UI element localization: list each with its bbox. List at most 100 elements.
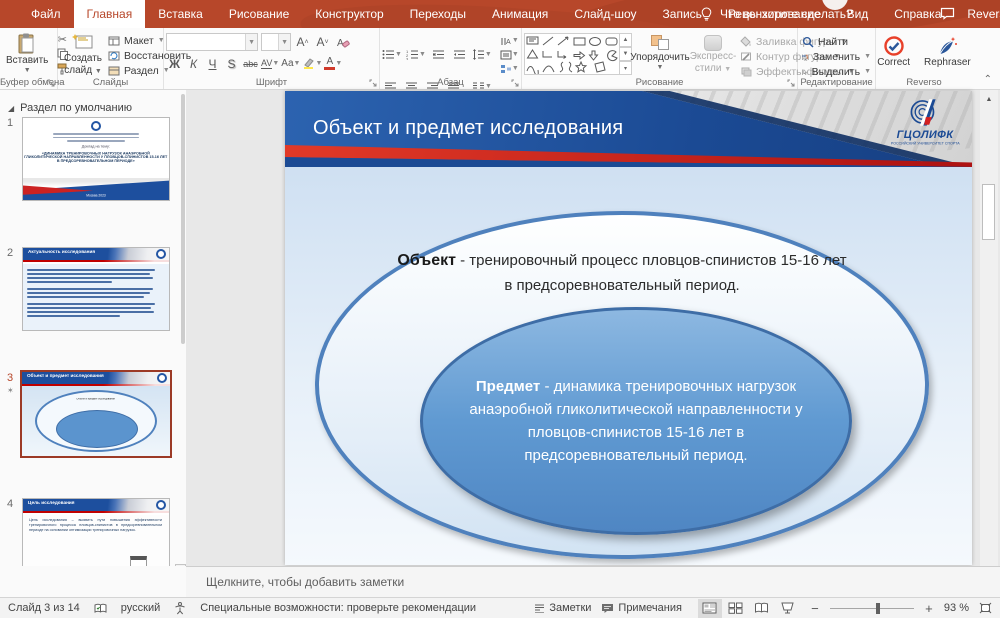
slide-body: Объект - тренировочный процесс пловцов-с… bbox=[285, 167, 972, 565]
tab-insert[interactable]: Вставка bbox=[145, 0, 216, 28]
tab-file[interactable]: Файл bbox=[18, 0, 74, 28]
paragraph-dialog-launcher[interactable] bbox=[511, 79, 519, 87]
editor-vertical-scrollbar[interactable]: ▲ bbox=[980, 90, 998, 566]
thumb4-logo bbox=[156, 500, 166, 510]
shapes-gallery-grid[interactable] bbox=[524, 33, 620, 75]
find-button[interactable]: Найти bbox=[800, 34, 873, 49]
notes-toggle-button[interactable]: Заметки bbox=[534, 602, 591, 614]
character-spacing-button[interactable]: AV▼ bbox=[261, 55, 279, 72]
align-text-button[interactable]: ▼ bbox=[500, 48, 519, 61]
slide-title-text[interactable]: Объект и предмет исследования bbox=[313, 117, 623, 140]
pane-scrollbar-thumb[interactable] bbox=[181, 94, 185, 344]
tab-slideshow[interactable]: Слайд-шоу bbox=[561, 0, 649, 28]
comments-toggle-button[interactable]: Примечания bbox=[601, 602, 682, 614]
quick-styles-button[interactable]: Экспресс- стили ▼ bbox=[688, 33, 738, 76]
paragraph-right-stack: A▼ ▼ ▼ bbox=[500, 34, 519, 75]
subject-ellipse[interactable]: Предмет - динамика тренировочных нагрузо… bbox=[420, 307, 852, 535]
tell-me-search[interactable]: Что вы хотите сделать? bbox=[700, 0, 853, 28]
tab-transitions[interactable]: Переходы bbox=[397, 0, 479, 28]
text-direction-button[interactable]: A▼ bbox=[500, 34, 519, 47]
tab-animations[interactable]: Анимация bbox=[479, 0, 561, 28]
thumb1-city: Москва 2023 bbox=[56, 194, 136, 197]
reverso-rephraser-button[interactable]: Rephraser bbox=[920, 33, 975, 71]
scrollbar-thumb[interactable] bbox=[982, 184, 995, 240]
font-size-combo[interactable]: ▼ bbox=[261, 33, 291, 51]
zoom-slider-knob[interactable] bbox=[876, 603, 880, 614]
tab-reverso[interactable]: Reverso bbox=[954, 0, 1000, 28]
zoom-slider-track bbox=[830, 608, 914, 609]
line-spacing-button[interactable]: ▼ bbox=[472, 46, 492, 63]
zoom-out-button[interactable]: − bbox=[810, 601, 820, 616]
zoom-slider[interactable] bbox=[830, 599, 914, 618]
italic-button[interactable]: К bbox=[185, 55, 202, 72]
feedback-chat-icon[interactable] bbox=[940, 7, 955, 20]
slideshow-view-button[interactable] bbox=[776, 599, 800, 618]
slide-3-thumbnail-selected[interactable]: Объект и предмет исследования Объект и п… bbox=[20, 370, 172, 458]
slide-thumbnail-pane: ◢ Раздел по умолчанию 1 Доклад на тему: … bbox=[0, 90, 186, 597]
collapse-ribbon-button[interactable]: ⌃ bbox=[984, 74, 992, 85]
object-text: Объект - тренировочный процесс пловцов-с… bbox=[392, 249, 853, 297]
slide-1-thumbnail[interactable]: Доклад на тему: «ДИНАМИКА ТРЕНИРОВОЧНЫХ … bbox=[22, 117, 170, 201]
accessibility-status[interactable]: Специальные возможности: проверьте реком… bbox=[200, 602, 476, 614]
reverso-correct-button[interactable]: Correct bbox=[873, 33, 914, 71]
group-editing: Найти abacЗаменить▼ Выделить▼ Редактиров… bbox=[798, 28, 876, 89]
spellcheck-book-icon[interactable] bbox=[94, 603, 107, 614]
font-color-button[interactable]: А▼ bbox=[324, 55, 342, 72]
group-paragraph: ▼ 123▼ ▼ A▼ ▼ ▼ ▼ Абзац bbox=[380, 28, 522, 89]
tab-home[interactable]: Главная bbox=[74, 0, 146, 28]
tab-draw[interactable]: Рисование bbox=[216, 0, 302, 28]
shapes-scroll-up[interactable]: ▲ bbox=[620, 33, 632, 47]
text-shadow-button[interactable]: S bbox=[223, 55, 240, 72]
slide-title-banner: Объект и предмет исследования ГЦОЛИФК РО… bbox=[285, 91, 972, 167]
slide-2-thumbnail[interactable]: Актуальность исследования bbox=[22, 247, 170, 331]
slide-sorter-view-button[interactable] bbox=[724, 599, 748, 618]
notes-area[interactable]: Щелкните, чтобы добавить заметки bbox=[186, 566, 1000, 597]
shapes-gallery[interactable]: ▲ ▼ ▾ bbox=[524, 33, 632, 75]
thumb1-doklad: Доклад на тему: bbox=[24, 145, 169, 149]
powerpoint-window: Файл Главная Вставка Рисование Конструкт… bbox=[0, 0, 1000, 618]
group-drawing: ▲ ▼ ▾ Упорядочить ▼ Экспресс- стили ▼ З bbox=[522, 28, 798, 89]
bullets-button[interactable]: ▼ bbox=[382, 46, 402, 63]
font-name-combo[interactable]: ▼ bbox=[166, 33, 258, 51]
decrease-indent-button[interactable] bbox=[430, 46, 447, 63]
university-logo-icon bbox=[908, 95, 942, 129]
font-dialog-launcher[interactable] bbox=[369, 79, 377, 87]
thumb4-title: Цель исследования bbox=[28, 501, 75, 506]
language-indicator[interactable]: русский bbox=[121, 602, 160, 614]
replace-button[interactable]: abacЗаменить▼ bbox=[800, 49, 873, 64]
highlight-color-button[interactable]: ▼ bbox=[302, 55, 322, 72]
drawing-dialog-launcher[interactable] bbox=[787, 79, 795, 87]
reading-view-button[interactable] bbox=[750, 599, 774, 618]
increase-font-button[interactable]: А˄ bbox=[294, 34, 311, 51]
bold-button[interactable]: Ж bbox=[166, 55, 183, 72]
paste-dropdown-caret: ▼ bbox=[24, 67, 31, 75]
new-slide-button[interactable]: Создать слайд ▼ bbox=[60, 31, 106, 78]
new-slide-icon bbox=[72, 33, 94, 53]
underline-button[interactable]: Ч bbox=[204, 55, 221, 72]
scrollbar-up-arrow[interactable]: ▲ bbox=[982, 92, 996, 106]
thumb1-header-lines bbox=[49, 133, 143, 142]
arrange-button[interactable]: Упорядочить ▼ bbox=[632, 33, 688, 74]
slide-canvas[interactable]: Объект и предмет исследования ГЦОЛИФК РО… bbox=[285, 91, 972, 565]
normal-view-button[interactable] bbox=[698, 599, 722, 618]
section-header[interactable]: ◢ Раздел по умолчанию bbox=[8, 102, 132, 114]
increase-indent-button[interactable] bbox=[451, 46, 468, 63]
strikethrough-button[interactable]: abc bbox=[242, 55, 259, 72]
status-right: Заметки Примечания − + 93 % bbox=[534, 599, 992, 618]
svg-text:A: A bbox=[506, 39, 511, 46]
convert-smartart-button[interactable]: ▼ bbox=[500, 62, 519, 75]
paste-button[interactable]: Вставить ▼ bbox=[2, 31, 52, 77]
decrease-font-button[interactable]: А˅ bbox=[314, 34, 331, 51]
clear-formatting-button[interactable]: А bbox=[334, 34, 351, 51]
zoom-percentage[interactable]: 93 % bbox=[944, 602, 969, 614]
svg-text:3: 3 bbox=[406, 57, 409, 61]
zoom-in-button[interactable]: + bbox=[924, 601, 934, 616]
paragraph-group-label: Абзац bbox=[380, 77, 521, 88]
accessibility-icon[interactable] bbox=[174, 602, 186, 615]
fit-slide-to-window-button[interactable] bbox=[979, 602, 992, 614]
clipboard-icon bbox=[17, 33, 37, 55]
numbering-button[interactable]: 123▼ bbox=[406, 46, 426, 63]
clipboard-dialog-launcher[interactable] bbox=[47, 79, 55, 87]
tab-design[interactable]: Конструктор bbox=[302, 0, 396, 28]
change-case-button[interactable]: Aa▼ bbox=[281, 55, 300, 72]
